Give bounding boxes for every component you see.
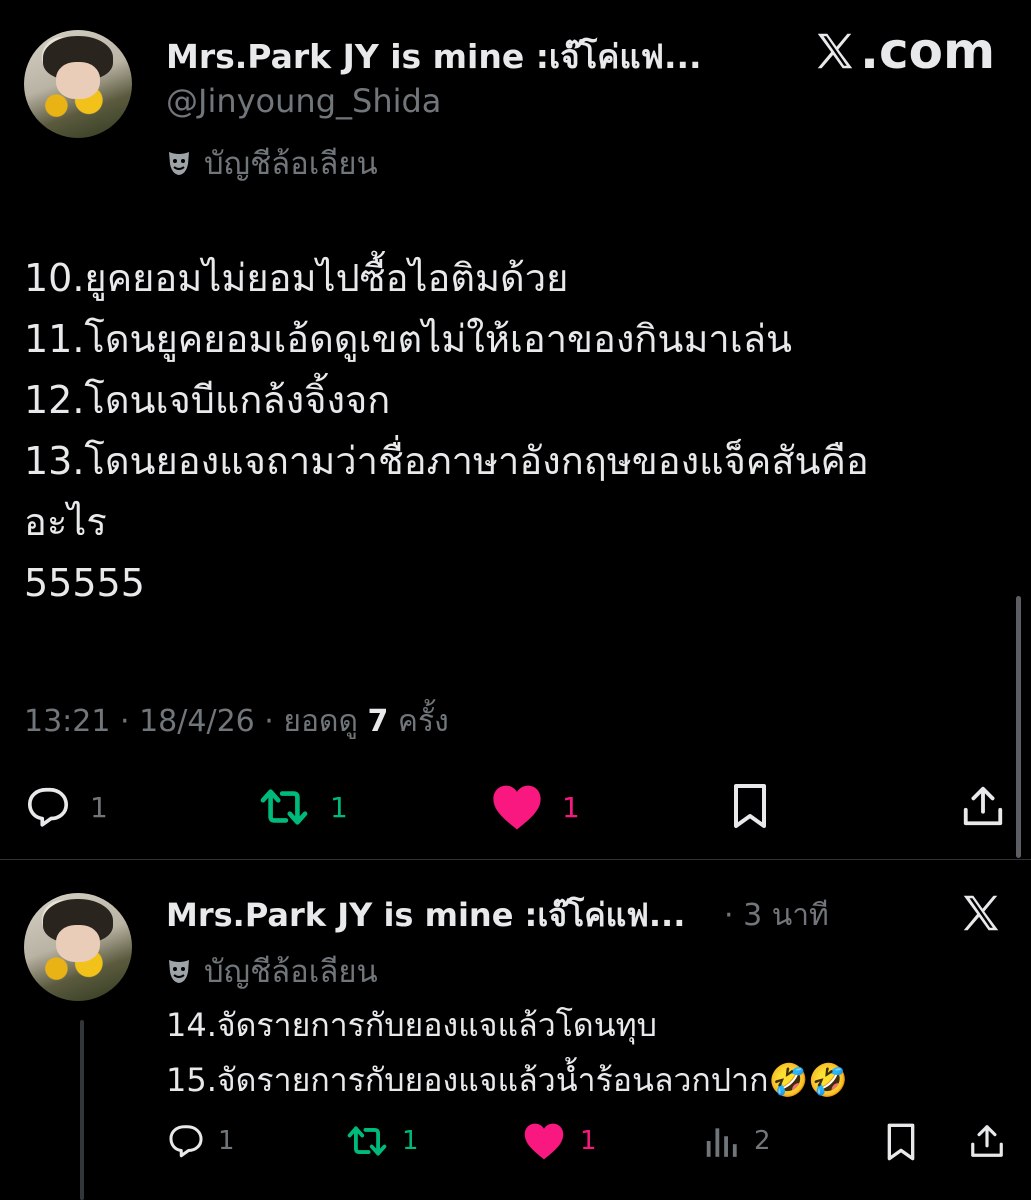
tweet-time[interactable]: 13:21 [24,704,110,739]
share-icon [971,1125,1003,1157]
tweet-line: 11.โดนยูคยอมเอ้ดดูเขตไม่ให้เอาของกินมาเล… [24,317,793,361]
author-avatar[interactable] [24,30,132,138]
scrollbar-thumb[interactable] [1016,596,1021,858]
reply-views-button[interactable]: 2 [702,1122,771,1160]
bookmark-icon [734,784,766,828]
parody-label: บัญชีล้อเลียน [204,146,378,182]
share-button[interactable] [960,782,1006,834]
parody-badge: บัญชีล้อเลียน [168,138,378,188]
views-label: ยอดดู [283,704,358,739]
divider [0,859,1031,860]
reply-parody-badge: บัญชีล้อเลียน [168,946,378,996]
x-brand-icon [963,895,999,931]
reply-button[interactable]: 1 [24,784,108,830]
bookmark-button[interactable] [730,782,770,834]
reply-icon [169,1125,203,1158]
x-brand-icon [817,33,853,69]
author-name[interactable]: Mrs.Park JY is mine :เจ๊โค่แฟ... [166,30,702,83]
reply-repost-button[interactable]: 1 [344,1122,419,1160]
reply-share-button[interactable] [968,1120,1006,1166]
reply-author-name[interactable]: Mrs.Park JY is mine :เจ๊โค่แฟ... [166,890,685,941]
repost-count: 1 [330,790,348,824]
views-label-suffix: ครั้ง [397,704,449,739]
tweet-text: 10.ยูคยอมไม่ยอมไปซื้อไอติมด้วย 11.โดนยูค… [24,248,869,614]
repost-button[interactable]: 1 [256,784,348,830]
reply-icon [27,787,69,827]
reply-parody-label: บัญชีล้อเลียน [204,954,378,990]
like-count: 1 [562,790,580,824]
reply-reply-button[interactable]: 1 [166,1122,235,1160]
views-chart-icon [706,1128,737,1157]
parody-mask-icon [169,152,189,175]
x-logo: .com [812,22,995,80]
repost-icon [347,1126,387,1156]
parody-mask-icon [169,960,189,983]
reply-time[interactable]: 3 นาที [743,898,829,933]
repost-icon [260,789,308,825]
tweet-line: อะไร [24,500,107,544]
tweet-date[interactable]: 18/4/26 [139,704,255,739]
reply-line: 14.จัดรายการกับยองแจแล้วโดนทุบ [166,1006,657,1044]
x-logo-text: .com [860,22,996,80]
reply-like-button[interactable]: 1 [522,1120,597,1162]
reply-repost-count: 1 [402,1126,419,1156]
reply-author-avatar[interactable] [24,893,132,1001]
reply-time-wrap: · 3 นาที [724,898,829,933]
reply-views-count: 2 [754,1126,771,1156]
reply-count: 1 [90,790,108,824]
views-count: 7 [367,704,389,739]
heart-icon [493,785,541,830]
tweet-line: 10.ยูคยอมไม่ยอมไปซื้อไอติมด้วย [24,256,569,300]
reply-text: 14.จัดรายการกับยองแจแล้วโดนทุบ 15.จัดราย… [166,998,848,1108]
tweet-line: 12.โดนเจบีแกล้งจิ้งจก [24,378,391,422]
reply-bookmark-button[interactable] [884,1122,918,1166]
reply-reply-count: 1 [218,1126,235,1156]
share-icon [963,786,1003,826]
tweet-line: 13.โดนยองแจถามว่าชื่อภาษาอังกฤษของแจ็คสั… [24,439,869,483]
reply-x-logo [958,890,1004,940]
reply-line: 15.จัดรายการกับยองแจแล้วน้ำร้อนลวกปาก🤣🤣 [166,1061,849,1099]
bookmark-icon [887,1123,915,1161]
author-handle[interactable]: @Jinyoung_Shida [166,82,441,120]
reply-like-count: 1 [580,1126,597,1156]
tweet-meta: 13:21 · 18/4/26 · ยอดดู 7 ครั้ง [24,704,449,739]
like-button[interactable]: 1 [490,782,580,832]
thread-line [80,1020,84,1200]
tweet-line: 55555 [24,561,145,605]
heart-icon [524,1123,564,1160]
